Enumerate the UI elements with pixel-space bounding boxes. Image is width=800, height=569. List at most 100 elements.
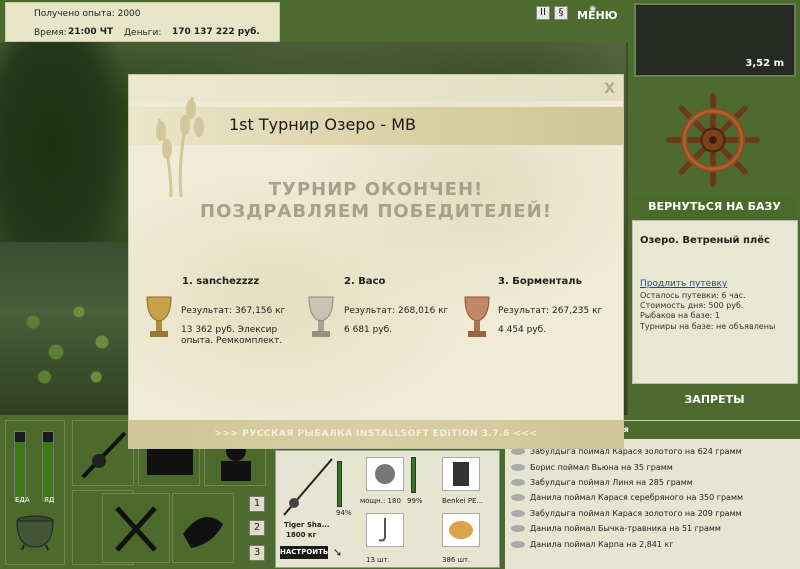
- catch-feed-text: Данила поймал Карася серебряного на 350 …: [530, 493, 744, 502]
- reel-icon: [81, 431, 127, 479]
- reel-item-icon: [375, 464, 395, 484]
- fish-icon: [511, 541, 525, 548]
- close-icon[interactable]: X: [604, 81, 615, 97]
- reel-durability-bar: [411, 457, 416, 493]
- fish-icon: [511, 525, 525, 532]
- bans-button[interactable]: ЗАПРЕТЫ: [632, 390, 797, 410]
- line-name: Benkei PE...: [442, 497, 484, 505]
- food-label: ЕДА: [15, 496, 30, 504]
- bait-count: 386 шт.: [442, 556, 471, 564]
- headline-congrats: ПОЗДРАВЛЯЕМ ПОБЕДИТЕЛЕЙ!: [200, 201, 552, 222]
- winner-3-name: 3. Борменталь: [498, 276, 582, 287]
- poison-label: ЯД: [44, 496, 55, 504]
- fish-icon: [511, 464, 525, 471]
- food-gauge: [14, 431, 26, 501]
- reel-power: мощн.: 180: [360, 497, 401, 505]
- menu-button[interactable]: ✺ МЕНЮ: [577, 2, 618, 24]
- tournaments-at-base: Турниры на базе: не объявлены: [640, 322, 776, 331]
- lily-pads: [10, 292, 125, 392]
- rod-durability: 94%: [336, 509, 352, 517]
- fish-icon: [511, 510, 525, 517]
- winner-1: 1. sanchezzzz: [182, 276, 259, 287]
- winner-2-result: Результат: 268,016 кг: [344, 306, 449, 316]
- permit-remaining: Осталось путевки: 6 час.: [640, 291, 746, 300]
- winner-3-prize: 4 454 руб.: [498, 325, 547, 335]
- fish-icon: [511, 448, 525, 455]
- fish-icon: [183, 516, 223, 548]
- hunger-poison-gauges: ЕДА ЯД: [5, 420, 65, 565]
- sound-button[interactable]: §: [554, 6, 568, 20]
- time-label: Время:: [34, 28, 67, 38]
- day-cost: Стоимость дня: 500 руб.: [640, 301, 744, 310]
- depth-value: 3,52 m: [745, 58, 784, 69]
- hook-slot[interactable]: [366, 513, 404, 547]
- page-2-button[interactable]: 2: [249, 520, 265, 536]
- hook-icon: [378, 518, 386, 542]
- game-version-footer: >>> РУССКАЯ РЫБАЛКА INSTALLSOFT EDITION …: [129, 420, 623, 448]
- line-spool-icon: [453, 462, 469, 486]
- tackle-panel: 94% Tiger Sha... 1800 кг НАСТРОИТЬ ➘ мощ…: [275, 450, 500, 568]
- pause-icon: II: [540, 7, 546, 18]
- player-stats-panel: Получено опыта: 2000 Время: 21:00 ЧТ Ден…: [5, 2, 280, 42]
- winner-2-prize: 6 681 руб.: [344, 325, 393, 335]
- extend-permit-link[interactable]: Продлить путевку: [640, 279, 727, 289]
- reel-slot[interactable]: [366, 457, 404, 491]
- rod-icon[interactable]: [280, 455, 336, 519]
- rod-weight: 1800 кг: [286, 531, 317, 539]
- menu-label: МЕНЮ: [577, 9, 618, 22]
- reel-durability: 99%: [407, 497, 423, 505]
- bronze-cup-icon: [464, 296, 490, 337]
- poison-gauge-fill: [43, 442, 53, 500]
- catch-feed-text: Забулдыга поймал Карася золотого на 209 …: [530, 509, 742, 518]
- rod-durability-bar: [337, 461, 342, 507]
- dialog-title: 1st Турнир Озеро - МВ: [229, 115, 416, 134]
- hook-count: 13 шт.: [366, 556, 390, 564]
- catch-feed-text: Данила поймал Бычка-травника на 51 грамм: [530, 524, 721, 533]
- rod-name: Tiger Sha...: [284, 521, 330, 529]
- food-gauge-fill: [15, 442, 25, 500]
- location-name: Озеро. Ветреный плёс: [640, 235, 770, 246]
- experience-text: Получено опыта: 2000: [34, 9, 141, 19]
- setup-button[interactable]: НАСТРОИТЬ: [280, 546, 328, 559]
- poison-gauge: [42, 431, 54, 501]
- catch-feed-item: Данила поймал Бычка-травника на 51 грамм: [511, 524, 721, 533]
- fish-icon: [511, 479, 525, 486]
- winner-2-name: 2. Васо: [344, 276, 386, 287]
- catch-feed-item: Забулдыга поймал Линя на 285 грамм: [511, 478, 693, 487]
- winner-3: 3. Борменталь: [498, 276, 582, 287]
- bread-icon: [449, 521, 473, 539]
- fork-knife-icon: [115, 506, 157, 552]
- pause-button[interactable]: II: [536, 6, 550, 20]
- catch-feed-text: Данила поймал Карпа на 2,841 кг: [530, 540, 674, 549]
- winner-3-result: Результат: 267,235 кг: [498, 306, 603, 316]
- cauldron-icon[interactable]: [12, 511, 58, 551]
- catch-feed-item: Забулдыга поймал Карася золотого на 209 …: [511, 509, 742, 518]
- gold-cup-icon: [146, 296, 172, 337]
- bait-slot[interactable]: [442, 513, 480, 547]
- winner-1-prize: 13 362 руб. Элексир опыта. Ремкомплект.: [181, 325, 283, 346]
- rods-tool[interactable]: [72, 420, 134, 486]
- ship-wheel-icon[interactable]: [665, 92, 761, 188]
- winner-1-result: Результат: 367,156 кг: [181, 306, 286, 316]
- line-slot[interactable]: [442, 457, 480, 491]
- catch-feed-item: Данила поймал Карася серебряного на 350 …: [511, 493, 743, 502]
- cutlery-tool[interactable]: [102, 493, 170, 563]
- headline-finished: ТУРНИР ОКОНЧЕН!: [268, 179, 484, 200]
- money-value: 170 137 222 руб.: [172, 27, 260, 37]
- fish-tool[interactable]: [172, 493, 234, 563]
- return-to-base-button[interactable]: ВЕРНУТЬСЯ НА БАЗУ: [632, 197, 797, 217]
- time-value: 21:00 ЧТ: [68, 27, 114, 37]
- depth-display: 3,52 m: [634, 3, 796, 77]
- winner-1-name: 1. sanchezzzz: [182, 276, 260, 287]
- money-label: Деньги:: [124, 28, 162, 38]
- location-info-panel: Озеро. Ветреный плёс Продлить путевку Ос…: [632, 220, 798, 384]
- page-3-button[interactable]: 3: [249, 545, 265, 561]
- catch-feed-item: Борис поймал Вьюна на 35 грамм: [511, 463, 673, 472]
- catch-feed-text: Забулдыга поймал Линя на 285 грамм: [530, 478, 693, 487]
- page-1-button[interactable]: 1: [249, 496, 265, 512]
- arrow-icon: ➘: [333, 546, 343, 559]
- anglers-at-base: Рыбаков на базе: 1: [640, 311, 720, 320]
- sound-icon: §: [558, 7, 564, 18]
- fish-icon: [511, 494, 525, 501]
- silver-cup-icon: [308, 296, 334, 337]
